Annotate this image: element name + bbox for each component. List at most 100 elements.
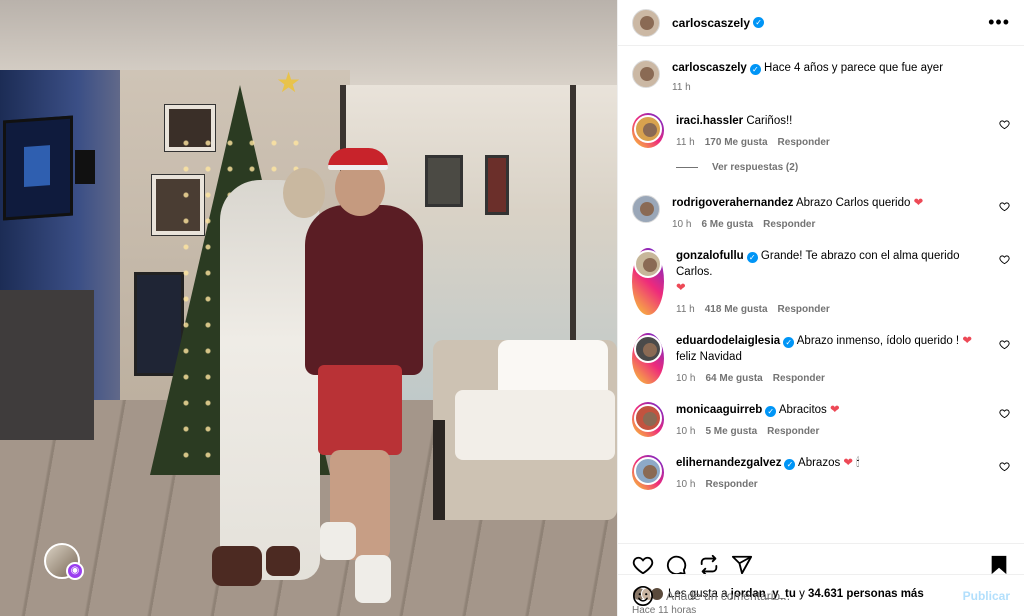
commenter-avatar-ring[interactable] [632, 113, 664, 148]
heart-icon[interactable] [999, 461, 1010, 472]
comment-composer: Publicar [618, 574, 1024, 616]
caption-author[interactable]: carloscaszely [672, 62, 747, 74]
verified-icon: ✓ [749, 64, 761, 75]
replies-divider [676, 167, 698, 168]
commenter-avatar [634, 250, 662, 278]
comment-icon[interactable] [665, 554, 687, 576]
photo-sandal [212, 546, 262, 586]
comment-input[interactable] [666, 588, 963, 603]
comment-time[interactable]: 11 h [676, 304, 695, 315]
reply-button[interactable]: Responder [778, 137, 830, 148]
comment-likes[interactable]: 64 Me gusta [705, 373, 762, 384]
author-username[interactable]: carloscaszely [672, 16, 750, 30]
comment-item: iraci.hassler Cariños!! 11 h 170 Me gusta… [632, 113, 1010, 148]
reply-button[interactable]: Responder [767, 426, 819, 437]
post-sidebar: carloscaszely ✓ ••• carloscaszely ✓ Hace … [617, 0, 1024, 616]
photo-cabinet [0, 290, 94, 440]
heart-icon[interactable] [999, 201, 1010, 212]
comment-username[interactable]: monicaaguirreb [676, 404, 762, 416]
comment-username[interactable]: elihernandezgalvez [676, 457, 781, 469]
commenter-avatar [634, 457, 662, 485]
comment-username[interactable]: iraci.hassler [676, 115, 743, 127]
comment-text: Abrazo inmenso, ídolo querido ! [796, 335, 960, 347]
comment-likes[interactable]: 6 Me gusta [701, 219, 753, 230]
heart-icon[interactable] [999, 254, 1010, 265]
comment-username[interactable]: gonzalofullu [676, 250, 744, 262]
post-viewer: ★ ◉ carloscaszely ✓ ••• carloscaszely ✓ … [0, 0, 1024, 616]
comment-likes[interactable]: 5 Me gusta [705, 426, 757, 437]
reply-button[interactable]: Responder [778, 304, 830, 315]
heart-emoji: ❤ [913, 197, 924, 209]
post-header: carloscaszely ✓ ••• [618, 0, 1024, 46]
verified-icon: ✓ [746, 252, 758, 263]
bookmark-icon[interactable] [988, 554, 1010, 576]
view-replies-label: Ver respuestas (2) [712, 162, 799, 173]
heart-emoji: ❤ [829, 404, 840, 416]
photo-man-shorts [318, 365, 402, 455]
photo-frame [485, 155, 509, 215]
photo-man-shirt [305, 205, 423, 375]
comment-text-cont: feliz Navidad [676, 351, 742, 363]
heart-icon[interactable] [999, 119, 1010, 130]
comment-time[interactable]: 10 h [672, 219, 691, 230]
caption: carloscaszely ✓ Hace 4 años y parece que … [632, 60, 1010, 93]
comment-item: rodrigoverahernandez Abrazo Carlos queri… [632, 195, 1010, 230]
commenter-avatar-ring[interactable] [632, 455, 664, 490]
comment-time[interactable]: 11 h [676, 137, 695, 148]
candle-emoji: 🕯 [856, 457, 860, 469]
comment-text: Cariños!! [746, 115, 793, 127]
commenter-avatar-ring[interactable] [632, 248, 664, 315]
commenter-avatar[interactable] [632, 195, 660, 223]
author-avatar[interactable] [632, 60, 660, 88]
photo-tv [3, 115, 73, 221]
repost-icon[interactable] [698, 554, 720, 576]
photo-frame [425, 155, 463, 207]
comment-username[interactable]: eduardodelaiglesia [676, 335, 780, 347]
heart-icon[interactable] [999, 339, 1010, 350]
comment-item: elihernandezgalvez ✓ Abrazos ❤ 🕯 10 h Resp… [632, 455, 1010, 490]
heart-icon[interactable] [999, 408, 1010, 419]
heart-icon[interactable] [632, 554, 654, 576]
comment-time[interactable]: 10 h [676, 426, 695, 437]
author-avatar[interactable] [632, 8, 660, 37]
comment-likes[interactable]: 418 Me gusta [705, 304, 768, 315]
comments-list[interactable]: carloscaszely ✓ Hace 4 años y parece que … [618, 46, 1024, 543]
photo-santa-hat [328, 148, 388, 170]
comment-text: Abracitos [778, 404, 827, 416]
photo-tree-star: ★ [276, 67, 302, 98]
comment-likes[interactable]: 170 Me gusta [705, 137, 768, 148]
comment-time[interactable]: 10 h [676, 373, 695, 384]
comment-time[interactable]: 10 h [676, 479, 695, 490]
publish-button[interactable]: Publicar [963, 589, 1010, 603]
post-photo[interactable]: ★ ◉ [0, 0, 617, 616]
heart-emoji: ❤ [843, 457, 854, 469]
comment-text: Abrazos [798, 457, 841, 469]
photo-sneaker [355, 555, 391, 603]
more-icon[interactable]: ••• [988, 12, 1010, 33]
emoji-icon[interactable] [632, 585, 654, 607]
comment-username[interactable]: rodrigoverahernandez [672, 197, 793, 209]
view-replies-button[interactable]: Ver respuestas (2) [676, 162, 1010, 173]
heart-emoji: ❤ [676, 282, 686, 294]
comment-item: monicaaguirreb ✓ Abracitos ❤ 10 h 5 Me gus… [632, 402, 1010, 437]
share-icon[interactable] [731, 554, 753, 576]
verified-icon: ✓ [783, 337, 795, 348]
caption-text: Hace 4 años y parece que fue ayer [764, 62, 944, 74]
photo-woman-head [283, 168, 325, 218]
heart-emoji: ❤ [962, 335, 972, 347]
commenter-avatar [634, 115, 662, 143]
verified-icon: ✓ [784, 459, 796, 470]
reply-button[interactable]: Responder [763, 219, 815, 230]
caption-time[interactable]: 11 h [672, 82, 691, 93]
commenter-avatar-ring[interactable] [632, 333, 664, 384]
commenter-avatar-ring[interactable] [632, 402, 664, 437]
photo-speaker [75, 150, 95, 184]
photo-chair-frame [433, 420, 445, 520]
photo-cushion [455, 390, 615, 460]
photo-sneaker [320, 522, 356, 560]
reply-button[interactable]: Responder [773, 373, 825, 384]
comment-item: gonzalofullu ✓ Grande! Te abrazo con el a… [632, 248, 1010, 315]
reply-button[interactable]: Responder [705, 479, 757, 490]
reel-icon[interactable]: ◉ [66, 562, 84, 580]
comment-text: Abrazo Carlos querido [795, 197, 911, 209]
